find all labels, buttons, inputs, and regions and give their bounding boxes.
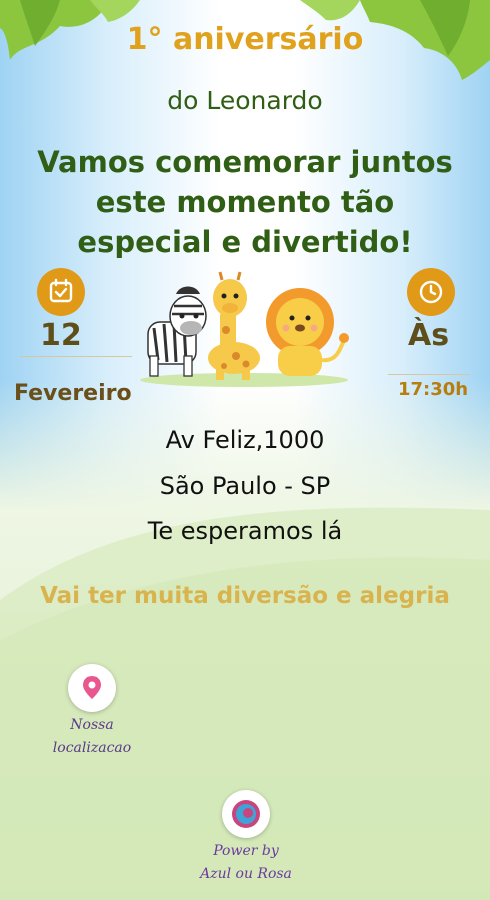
footer-credit[interactable]: Power by Azul ou Rosa bbox=[171, 790, 321, 886]
address-city: São Paulo - SP bbox=[159, 472, 331, 500]
location-label-line2: localizacao bbox=[52, 740, 132, 756]
tagline: Vai ter muita diversão e alegria bbox=[40, 583, 450, 609]
event-day: 12 bbox=[40, 318, 82, 353]
divider bbox=[388, 374, 470, 375]
event-month: Fevereiro bbox=[14, 381, 132, 406]
calendar-icon bbox=[37, 268, 85, 316]
honoree-name: do Leonardo bbox=[167, 86, 323, 115]
brand-logo-icon bbox=[222, 790, 270, 838]
giraffe-illustration bbox=[208, 271, 260, 380]
message-line: Vamos comemorar juntos bbox=[37, 145, 453, 179]
time-prefix: Às bbox=[408, 318, 450, 353]
message-line: especial e divertido! bbox=[77, 225, 413, 259]
invite-message: Te esperamos lá bbox=[147, 517, 343, 545]
event-title: 1° aniversário bbox=[126, 22, 364, 57]
map-pin-icon bbox=[68, 664, 116, 712]
zebra-illustration bbox=[147, 286, 207, 377]
footer-line1: Power by bbox=[213, 843, 279, 859]
location-label-line1: Nossa bbox=[70, 717, 114, 733]
message-line: este momento tão bbox=[95, 185, 395, 219]
divider bbox=[20, 356, 132, 357]
location-button[interactable]: Nossa localizacao bbox=[46, 664, 138, 760]
address-street: Av Feliz,1000 bbox=[165, 426, 325, 454]
footer-line2: Azul ou Rosa bbox=[200, 866, 292, 882]
invitation-message: Vamos comemorar juntos este momento tão … bbox=[0, 142, 490, 262]
safari-animals-illustration bbox=[140, 271, 349, 387]
event-time: 17:30h bbox=[398, 379, 469, 400]
clock-icon bbox=[407, 268, 455, 316]
lion-illustration bbox=[266, 288, 349, 376]
